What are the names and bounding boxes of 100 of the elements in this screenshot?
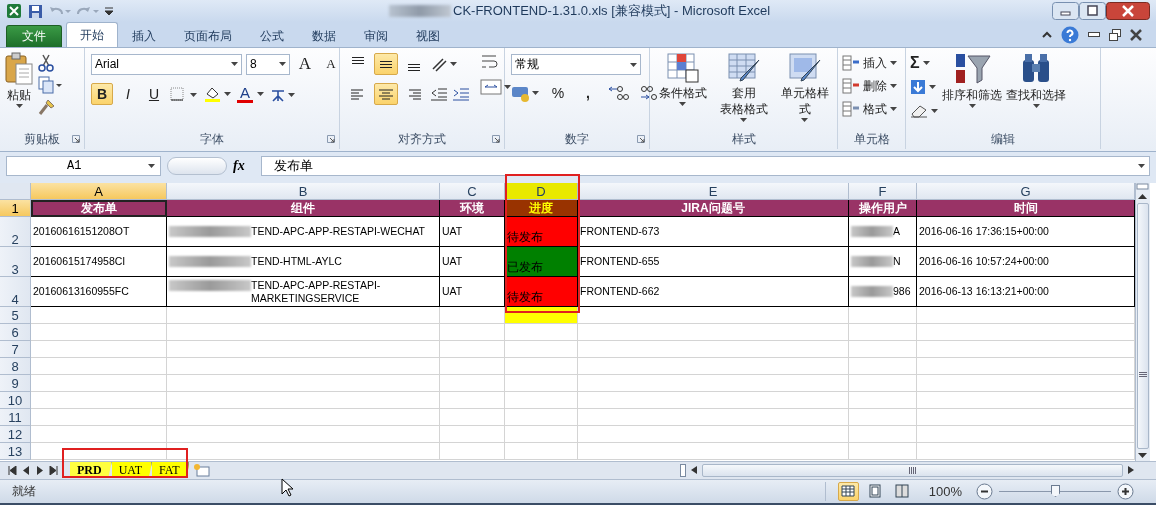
name-box[interactable]: A1: [6, 155, 161, 176]
caret-icon[interactable]: [15, 104, 23, 108]
caret-icon[interactable]: [931, 109, 938, 113]
dialog-launcher-icon[interactable]: [72, 135, 80, 143]
currency-icon[interactable]: [511, 84, 539, 102]
last-sheet-icon[interactable]: [49, 465, 58, 475]
formula-field[interactable]: 发布单: [261, 155, 1150, 176]
row-header[interactable]: 1: [0, 200, 31, 217]
horizontal-scrollbar-thumb[interactable]: [702, 463, 1123, 477]
first-sheet-icon[interactable]: [8, 465, 17, 475]
next-sheet-icon[interactable]: [36, 465, 43, 475]
caret-icon[interactable]: [231, 62, 238, 66]
scroll-left-icon[interactable]: [690, 465, 698, 475]
align-middle-button[interactable]: [374, 53, 398, 75]
paste-button[interactable]: 粘贴: [7, 87, 31, 103]
insert-cells-button[interactable]: 插入: [863, 54, 887, 72]
fill-icon[interactable]: [910, 79, 926, 95]
customize-toolbar-icon[interactable]: [105, 6, 113, 16]
ribbon-tab[interactable]: 公式: [246, 25, 298, 47]
borders-icon[interactable]: [169, 86, 199, 102]
zoom-out-button[interactable]: [976, 482, 993, 500]
scroll-right-icon[interactable]: [1127, 465, 1135, 475]
caret-icon[interactable]: [1032, 104, 1040, 108]
shrink-font-button[interactable]: A: [320, 53, 342, 75]
conditional-formatting-button[interactable]: 条件格式: [658, 85, 707, 101]
ribbon-tab[interactable]: 审阅: [350, 25, 402, 47]
minimize-button[interactable]: [1052, 2, 1079, 20]
align-center-button[interactable]: [374, 83, 398, 105]
table-format-icon[interactable]: [726, 52, 761, 84]
number-format-field[interactable]: 常规: [511, 54, 641, 75]
vertical-scrollbar-thumb[interactable]: [1137, 203, 1149, 449]
font-name-field[interactable]: Arial: [91, 53, 242, 75]
delete-cells-button[interactable]: 删除: [863, 77, 887, 95]
insert-function-button[interactable]: fx: [233, 157, 255, 174]
zoom-level[interactable]: 100%: [928, 483, 962, 499]
copy-icon[interactable]: [38, 76, 62, 94]
comma-button[interactable]: ,: [577, 82, 599, 104]
merge-center-icon[interactable]: [480, 78, 512, 96]
minimize-icon[interactable]: [1088, 31, 1100, 38]
cell-style-icon[interactable]: [787, 52, 822, 84]
zoom-slider[interactable]: [999, 485, 1111, 497]
percent-button[interactable]: %: [547, 82, 569, 104]
row-header[interactable]: 8: [0, 358, 31, 375]
conditional-format-icon[interactable]: [665, 52, 700, 84]
fill-color-icon[interactable]: [203, 85, 233, 103]
ribbon-tab[interactable]: 开始: [66, 22, 118, 47]
font-size-field[interactable]: 8: [246, 53, 290, 75]
column-header[interactable]: G: [917, 183, 1135, 200]
decrease-indent-icon[interactable]: [430, 86, 448, 102]
file-menu-button[interactable]: 文件: [6, 25, 62, 47]
row-header[interactable]: 13: [0, 443, 31, 460]
caret-icon[interactable]: [890, 107, 897, 111]
row-header[interactable]: 9: [0, 375, 31, 392]
row-header[interactable]: 10: [0, 392, 31, 409]
caret-icon[interactable]: [890, 61, 897, 65]
column-header[interactable]: E: [578, 183, 849, 200]
caret-icon[interactable]: [929, 85, 936, 89]
row-header[interactable]: 2: [0, 217, 31, 247]
format-italic-button[interactable]: I: [117, 83, 139, 105]
scroll-up-icon[interactable]: [1136, 191, 1149, 201]
caret-icon[interactable]: [630, 62, 637, 67]
paste-icon[interactable]: [4, 52, 34, 86]
row-header[interactable]: 6: [0, 324, 31, 341]
previous-sheet-icon[interactable]: [23, 465, 30, 475]
restore-icon[interactable]: [1109, 28, 1121, 41]
delete-cells-icon[interactable]: [842, 78, 860, 94]
column-header[interactable]: C: [440, 183, 505, 200]
caret-icon[interactable]: [679, 102, 686, 106]
restore-button[interactable]: [1079, 2, 1106, 20]
normal-view-button[interactable]: [837, 481, 859, 501]
caret-icon[interactable]: [740, 118, 747, 122]
zoom-in-button[interactable]: [1117, 482, 1134, 500]
caret-icon[interactable]: [148, 163, 155, 168]
dialog-launcher-icon[interactable]: [492, 135, 500, 143]
close-button[interactable]: [1106, 2, 1150, 20]
format-cells-icon[interactable]: [842, 101, 860, 117]
find-select-button[interactable]: 查找和选择: [1006, 87, 1066, 103]
caret-icon[interactable]: [801, 118, 808, 122]
column-header[interactable]: F: [849, 183, 917, 200]
sort-filter-button[interactable]: 排序和筛选: [942, 87, 1002, 103]
format-painter-icon[interactable]: [38, 98, 56, 116]
caret-icon[interactable]: [968, 104, 976, 108]
caret-icon[interactable]: [1138, 163, 1145, 168]
caret-icon[interactable]: [922, 61, 930, 65]
column-header[interactable]: A: [31, 183, 167, 200]
ribbon-tab[interactable]: 视图: [402, 25, 454, 47]
row-header[interactable]: 5: [0, 307, 31, 324]
ribbon-tab[interactable]: 数据: [298, 25, 350, 47]
row-header[interactable]: 7: [0, 341, 31, 358]
insert-cells-icon[interactable]: [842, 55, 860, 71]
cell-styles-button[interactable]: 单元格样式: [776, 85, 833, 117]
grow-font-button[interactable]: A: [294, 53, 316, 75]
caret-icon[interactable]: [279, 62, 286, 66]
caret-icon[interactable]: [890, 84, 897, 88]
ribbon-tab[interactable]: 页面布局: [170, 25, 246, 47]
collapse-ribbon-icon[interactable]: [1042, 31, 1052, 38]
ribbon-tab[interactable]: 插入: [118, 25, 170, 47]
row-header[interactable]: 11: [0, 409, 31, 426]
column-header[interactable]: D: [505, 183, 578, 200]
autosum-button[interactable]: Σ: [910, 54, 920, 72]
